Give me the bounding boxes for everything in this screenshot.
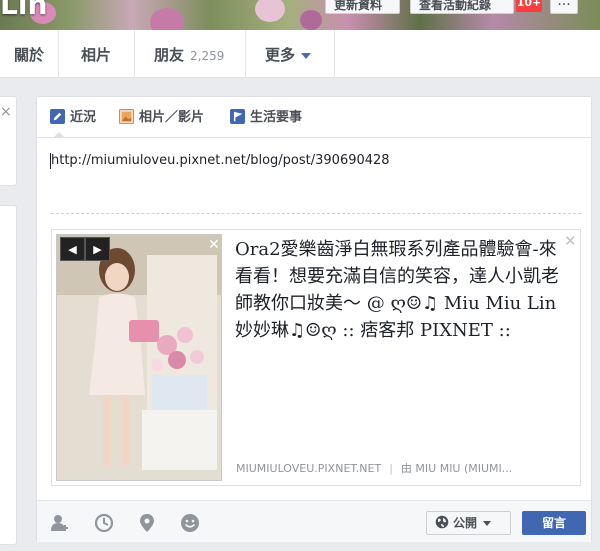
left-column-card (0, 205, 17, 545)
privacy-label: 公開 (453, 516, 478, 530)
cover-flower (300, 10, 322, 30)
flag-icon (230, 109, 245, 124)
clock-icon[interactable] (94, 513, 114, 533)
chevron-down-icon (301, 52, 312, 59)
nav-photos[interactable]: 相片 (59, 30, 135, 78)
source-separator: | (389, 462, 393, 475)
update-info-button[interactable]: 更新資料 (325, 0, 400, 14)
tab-life-event[interactable]: 生活要事 (230, 109, 302, 127)
tab-life-event-label: 生活要事 (250, 110, 303, 125)
nav-about[interactable]: 關於 (0, 30, 59, 78)
privacy-selector[interactable]: 公開 (426, 511, 511, 535)
composer-tabs: 近況 相片／影片 生活要事 (37, 97, 591, 138)
profile-nav-bar: 關於 相片 朋友 2,259 更多 (0, 30, 600, 78)
tab-photo-video[interactable]: 相片／影片 (119, 109, 204, 127)
cover-flower (150, 8, 184, 30)
chevron-down-icon (483, 521, 492, 526)
link-preview[interactable]: ◀ ▶ ✕ Ora2愛樂齒淨白無瑕系列產品體驗會-來看看！想要充滿自信的笑容，達… (51, 229, 581, 486)
active-tab-indicator (53, 132, 65, 138)
tab-photo-video-label: 相片／影片 (139, 110, 205, 125)
cover-flower (255, 0, 285, 22)
link-preview-thumbnail: ◀ ▶ ✕ (56, 234, 222, 481)
location-pin-icon[interactable] (137, 513, 157, 533)
globe-icon (435, 515, 449, 529)
woman-photo-image (57, 235, 221, 480)
activity-log-button[interactable]: 查看活動紀錄 (410, 0, 514, 14)
nav-more[interactable]: 更多 (246, 30, 335, 78)
remove-thumbnail-icon[interactable]: ✕ (208, 237, 220, 253)
photo-icon (119, 109, 134, 124)
link-preview-title[interactable]: Ora2愛樂齒淨白無瑕系列產品體驗會-來看看！想要充滿自信的笑容，達人小凱老師教… (235, 236, 565, 344)
pencil-icon (50, 109, 65, 124)
nav-more-label: 更多 (265, 46, 296, 64)
link-domain: MIUMIULOVEU.PIXNET.NET (236, 462, 382, 475)
post-button[interactable]: 留言 (522, 511, 586, 535)
tab-status-label: 近況 (70, 110, 97, 125)
composer-action-bar: 公開 留言 (37, 500, 591, 542)
friends-count: 2,259 (190, 49, 225, 63)
post-composer: 近況 相片／影片 生活要事 http://miumiuloveu.pixnet.… (36, 96, 592, 542)
remove-preview-icon[interactable]: ✕ (564, 232, 577, 250)
profile-name: Lin (0, 0, 48, 21)
next-thumbnail-button[interactable]: ▶ (85, 237, 110, 261)
cover-photo-strip: Lin 更新資料 查看活動紀錄 10+ ... (0, 0, 600, 30)
emoji-icon[interactable] (180, 513, 200, 533)
tag-friends-icon[interactable] (50, 513, 70, 533)
prev-thumbnail-button[interactable]: ◀ (60, 237, 85, 261)
tab-status[interactable]: 近況 (50, 109, 96, 127)
activity-count-badge: 10+ (516, 0, 542, 12)
link-preview-source: MIUMIULOVEU.PIXNET.NET | 由 MIU MIU (MIUMI.… (236, 460, 566, 476)
status-input[interactable]: http://miumiuloveu.pixnet.net/blog/post/… (51, 153, 390, 168)
link-author: 由 MIU MIU (MIUMI... (400, 462, 513, 475)
nav-friends[interactable]: 朋友 2,259 (135, 30, 246, 78)
nav-friends-label: 朋友 (154, 46, 185, 64)
thumbnail-nav: ◀ ▶ (60, 237, 114, 261)
close-icon[interactable]: × (0, 104, 12, 120)
divider (51, 213, 581, 214)
more-options-button[interactable]: ... (550, 0, 578, 14)
